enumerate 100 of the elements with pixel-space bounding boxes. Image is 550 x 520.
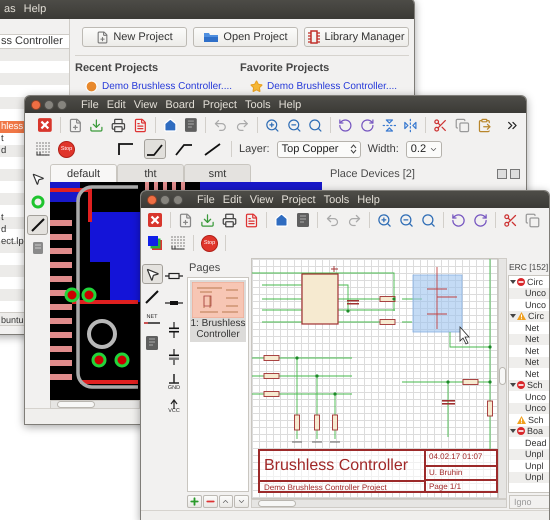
download-icon[interactable] <box>200 212 215 228</box>
scrollbar[interactable] <box>50 400 140 409</box>
page-item[interactable]: 1: Brushless Controller <box>190 280 246 342</box>
tree-item[interactable]: d <box>0 224 25 236</box>
erc-item[interactable]: Unpl <box>525 460 544 471</box>
add-page-button[interactable] <box>187 495 202 508</box>
tab[interactable]: smt <box>184 164 251 182</box>
erc-item[interactable]: Unco <box>525 300 546 310</box>
menu-item[interactable]: View <box>130 98 160 110</box>
tree-item[interactable]: ect.lp <box>0 236 25 248</box>
menu-item[interactable]: File <box>78 98 102 110</box>
scrollbar[interactable] <box>251 499 507 508</box>
printer-icon[interactable] <box>222 212 237 228</box>
zoom-fit-icon[interactable] <box>421 212 436 228</box>
pdf-icon[interactable] <box>132 118 148 132</box>
minimize-button[interactable] <box>160 194 170 204</box>
move-down-button[interactable] <box>234 495 249 508</box>
erc-item[interactable]: Net <box>525 322 540 333</box>
layer-select[interactable]: Top Copper <box>276 140 361 158</box>
schematic-canvas[interactable]: Brushless Controller Demo Brushless Controller Project 04.02.17 01:07 U. Bruhin Page 1/1 <box>251 258 498 499</box>
home-icon[interactable] <box>162 118 178 132</box>
erc-item[interactable]: Net <box>525 368 540 379</box>
expand-arrow-icon[interactable] <box>510 428 516 434</box>
menu-item[interactable]: Project <box>200 98 240 110</box>
page-thumbnail[interactable] <box>192 282 244 318</box>
home-icon[interactable] <box>274 212 289 228</box>
pdf-icon[interactable] <box>244 212 259 228</box>
rotate-left-icon[interactable] <box>338 118 353 132</box>
grid-icon[interactable] <box>35 141 51 157</box>
board-icon[interactable] <box>296 212 310 228</box>
project-link[interactable]: Demo Brushless Controller.... <box>102 81 232 92</box>
resistor-icon[interactable] <box>165 272 183 280</box>
width-field[interactable]: 0.2 <box>406 140 442 158</box>
paste-icon[interactable] <box>476 118 492 132</box>
copy-icon[interactable] <box>454 118 470 132</box>
scrollbar[interactable] <box>498 258 507 499</box>
zoom-in-icon[interactable] <box>264 118 280 132</box>
erc-item[interactable]: Sch <box>528 414 544 425</box>
minimize-button[interactable] <box>44 100 54 110</box>
zoom-fit-icon[interactable] <box>308 118 323 132</box>
flip-vertical-icon[interactable] <box>382 118 396 132</box>
capacitor-icon[interactable] <box>168 322 180 338</box>
path-field[interactable]: ss Controller <box>0 34 69 49</box>
download-icon[interactable] <box>89 118 104 132</box>
scissors-icon[interactable] <box>503 212 518 228</box>
capacitor-icon[interactable] <box>168 349 180 365</box>
menu-item[interactable]: View <box>246 194 276 206</box>
menu-item[interactable]: Edit <box>220 194 245 206</box>
menu-item[interactable]: Help <box>354 194 383 206</box>
maximize-button[interactable] <box>57 100 67 110</box>
tab[interactable]: default <box>50 164 117 182</box>
copy-icon[interactable] <box>525 212 540 228</box>
diode-icon[interactable] <box>165 299 183 307</box>
tool-button[interactable] <box>27 215 48 235</box>
menu-item[interactable]: File <box>194 194 218 206</box>
zoom-out-icon[interactable] <box>286 118 302 132</box>
menu-item[interactable]: Board <box>162 98 198 110</box>
close-button[interactable] <box>510 169 520 179</box>
close-icon[interactable] <box>147 212 163 228</box>
project-link[interactable]: Demo Brushless Controller.... <box>267 81 398 92</box>
zoom-in-icon[interactable] <box>377 212 392 228</box>
erc-item[interactable]: Circ <box>527 276 543 287</box>
erc-item[interactable]: Dead <box>525 438 547 448</box>
project-button[interactable]: New Project <box>82 27 187 47</box>
menu-item[interactable]: Tools <box>242 98 274 110</box>
menu-item[interactable]: Help <box>276 98 304 110</box>
maximize-button[interactable] <box>173 194 183 204</box>
expand-arrow-icon[interactable] <box>510 382 516 388</box>
tree-item[interactable]: t <box>0 212 25 224</box>
zoom-out-icon[interactable] <box>399 212 414 228</box>
remove-page-button[interactable] <box>202 495 218 508</box>
printer-icon[interactable] <box>111 118 126 132</box>
flip-horizontal-icon[interactable] <box>403 118 418 132</box>
erc-item[interactable]: Unco <box>525 392 546 402</box>
close-button[interactable] <box>31 100 41 110</box>
board-icon[interactable] <box>184 117 198 133</box>
wire-mode-button[interactable] <box>144 139 166 159</box>
new-file-icon[interactable] <box>178 212 193 228</box>
rotate-left-icon[interactable] <box>451 212 466 228</box>
expand-arrow-icon[interactable] <box>510 278 516 285</box>
tree-item[interactable]: d <box>0 145 25 157</box>
rotate-right-icon[interactable] <box>473 212 488 228</box>
layers-icon[interactable] <box>147 235 163 251</box>
scissors-icon[interactable] <box>433 118 448 132</box>
menu-item[interactable]: Edit <box>104 98 129 110</box>
close-icon[interactable] <box>37 117 53 133</box>
project-button[interactable]: Open Project <box>193 27 298 47</box>
float-button[interactable] <box>497 169 507 179</box>
move-up-button[interactable] <box>218 495 234 508</box>
menu-item[interactable]: Help <box>20 3 50 15</box>
grid-icon[interactable] <box>170 235 186 251</box>
tool-button[interactable] <box>142 264 162 284</box>
menu-item[interactable]: Project <box>278 194 319 206</box>
expand-arrow-icon[interactable] <box>510 313 516 320</box>
component-icon[interactable] <box>145 335 159 351</box>
menu-item[interactable]: as <box>1 3 19 15</box>
erc-item[interactable]: Net <box>525 346 540 356</box>
close-button[interactable] <box>147 194 157 204</box>
menu-item[interactable]: Tools <box>320 194 352 206</box>
tab[interactable]: tht <box>117 164 184 182</box>
